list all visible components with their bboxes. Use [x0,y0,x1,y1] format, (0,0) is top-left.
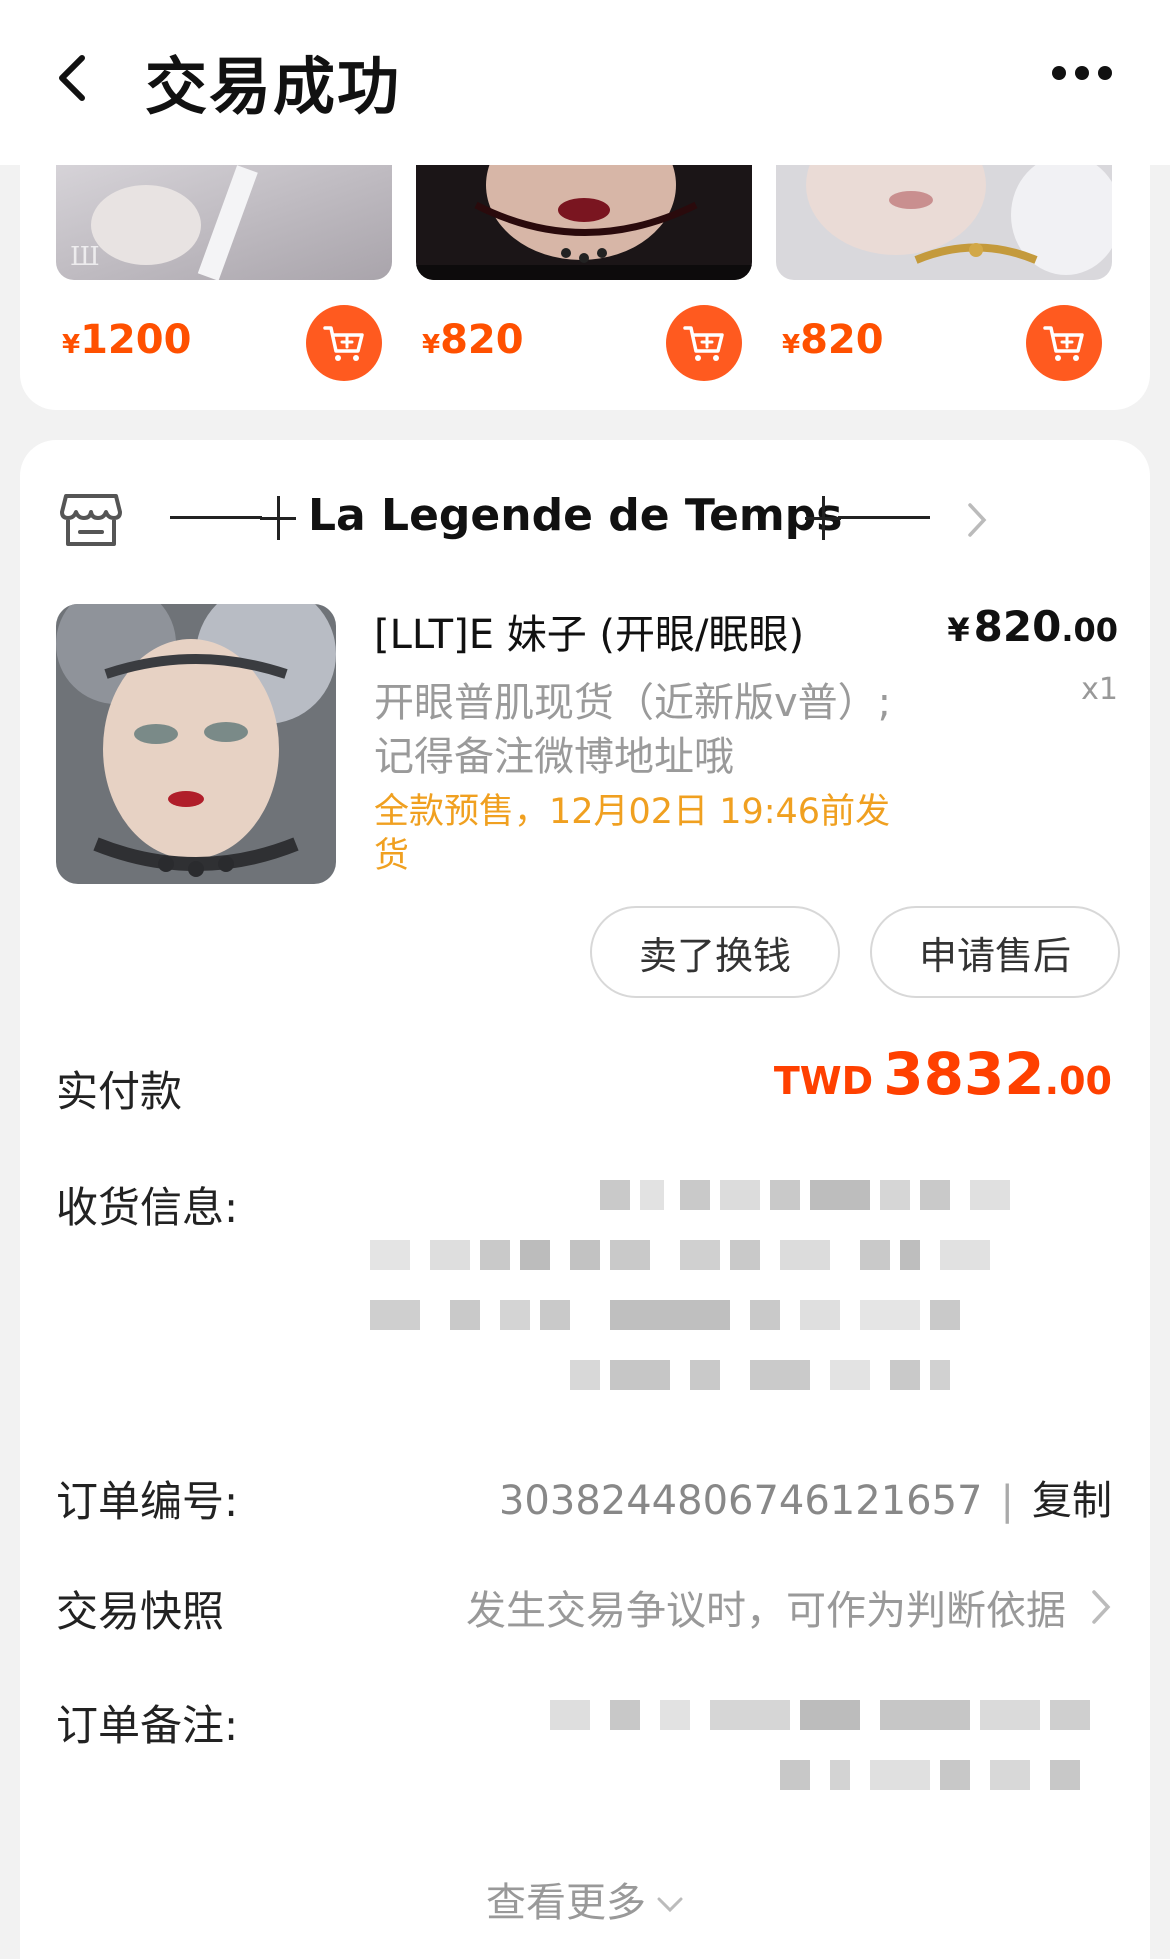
add-to-cart-button[interactable] [666,305,742,381]
after-sale-button[interactable]: 申请售后 [870,906,1120,998]
chevron-right-icon [1092,1590,1111,1624]
product-quantity: x1 [1081,672,1118,707]
recommendation-strip: Ш ¥1200 ¥820 ¥820 [20,165,1150,410]
recommendation-item[interactable]: Ш ¥1200 [56,165,392,410]
add-to-cart-button[interactable] [306,305,382,381]
recommendation-price: ¥820 [782,317,884,363]
add-to-cart-button[interactable] [1026,305,1102,381]
redacted-address [370,1170,1110,1470]
product-price: ¥820.00 [947,602,1118,651]
back-icon[interactable] [48,48,98,108]
order-number-value: 3038244806746121657 [498,1478,983,1524]
snapshot-link[interactable]: 发生交易争议时，可作为判断依据 [466,1578,1112,1636]
store-icon [60,488,122,550]
snapshot-hint: 发生交易争议时，可作为判断依据 [466,1588,1066,1634]
order-number-label: 订单编号: [56,1477,239,1526]
payment-amount: TWD 3832.00 [773,1040,1112,1108]
svg-text:Ш: Ш [70,242,100,272]
shipping-notice: 全款预售，12月02日 19:46前发货 [374,792,891,876]
product-thumbnail[interactable] [416,165,752,280]
recommendation-item[interactable]: ¥820 [416,165,752,410]
chevron-down-icon [657,1897,683,1913]
recommendation-item[interactable]: ¥820 [776,165,1112,410]
order-number-row: 3038244806746121657 | 复制 [499,1468,1112,1526]
order-detail-card: La Legende de Temps [LLT]E 妹子 (开眼/眠眼) ¥8… [20,440,1150,1959]
payment-label: 实付款 [56,1067,183,1116]
chevron-right-icon [968,503,987,537]
order-note-label: 订单备注: [56,1701,239,1750]
snapshot-label: 交易快照 [56,1587,225,1636]
product-image[interactable] [56,604,336,884]
copy-order-number-button[interactable]: 复制 [1032,1478,1112,1524]
more-options-icon[interactable] [1052,66,1112,80]
cross-decoration-icon [805,496,841,540]
product-title[interactable]: [LLT]E 妹子 (开眼/眠眼) [374,602,894,660]
shop-name-decoration [170,516,262,519]
top-bar: 交易成功 [0,0,1170,165]
resell-button[interactable]: 卖了换钱 [590,906,840,998]
cart-icon [683,326,724,361]
divider: | [1000,1478,1014,1524]
product-spec: 开眼普肌现货（近新版v普）;记得备注微博地址哦 [374,680,892,780]
product-thumbnail[interactable]: Ш [56,165,392,280]
shop-header[interactable]: La Legende de Temps [60,488,1110,548]
redacted-order-note [550,1690,1110,1800]
shop-name-decoration [838,516,930,519]
product-thumbnail[interactable] [776,165,1112,280]
cart-icon [323,326,364,361]
shop-name[interactable]: La Legende de Temps [308,490,842,541]
view-more-button[interactable]: 查看更多 [20,1870,1150,1928]
recommendation-price: ¥820 [422,317,524,363]
cart-icon [1043,326,1084,361]
cross-decoration-icon [260,496,296,540]
recommendation-price: ¥1200 [62,317,192,363]
shipping-info-label: 收货信息: [56,1183,239,1232]
page-title: 交易成功 [145,50,402,123]
